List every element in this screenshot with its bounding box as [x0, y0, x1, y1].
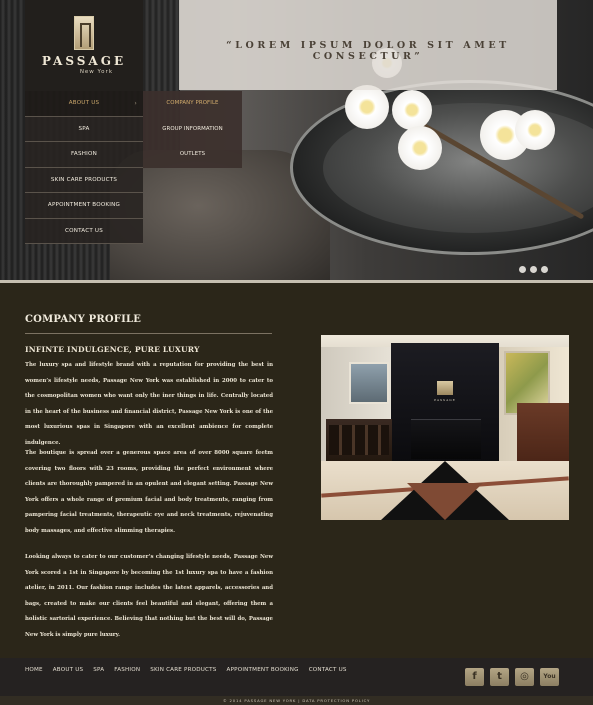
- nav-label: FASHION: [71, 151, 97, 157]
- logo[interactable]: PASSAGE New York: [25, 0, 143, 91]
- slider-dot[interactable]: [541, 266, 548, 273]
- nav-item-about-us[interactable]: ABOUT US ›: [25, 91, 143, 117]
- body-paragraph: The luxury spa and lifestyle brand with …: [25, 362, 273, 446]
- photo-window: [349, 362, 389, 404]
- submenu-item-outlets[interactable]: OUTLETS: [143, 142, 242, 168]
- footer-link-spa[interactable]: SPA: [93, 667, 104, 673]
- nav-item-fashion[interactable]: FASHION: [25, 142, 143, 168]
- twitter-icon[interactable]: t: [490, 668, 509, 686]
- nav-label: ABOUT US: [68, 100, 100, 106]
- body-paragraph: The boutique is spread over a generous s…: [25, 450, 273, 534]
- nav-label: APPOINTMENT BOOKING: [47, 202, 121, 208]
- about-submenu: COMPANY PROFILE GROUP INFORMATION OUTLET…: [143, 91, 242, 168]
- footer-link-home[interactable]: HOME: [25, 667, 43, 673]
- footer-link-fashion[interactable]: FASHION: [114, 667, 140, 673]
- submenu-item-group-information[interactable]: GROUP INFORMATION: [143, 117, 242, 143]
- blossom-flower: [515, 110, 555, 150]
- logo-mark-icon: [74, 16, 94, 50]
- photo-counter: [517, 403, 569, 463]
- nav-item-appointment-booking[interactable]: APPOINTMENT BOOKING: [25, 193, 143, 219]
- nav-item-skin-care-products[interactable]: SKIN CARE PRODUCTS: [25, 167, 143, 193]
- photo-reception-desk: [411, 419, 481, 459]
- chevron-right-icon: ›: [134, 100, 137, 107]
- logo-text: PASSAGE: [41, 54, 127, 68]
- slider-dot[interactable]: [530, 266, 537, 273]
- body-paragraph: Looking always to cater to our customer’…: [25, 554, 273, 638]
- title-divider: [25, 333, 272, 334]
- footer: HOME ABOUT US SPA FASHION SKIN CARE PROD…: [0, 658, 593, 696]
- photo-sign-text: PASSAGE: [434, 398, 456, 402]
- main-nav: ABOUT US › SPA FASHION SKIN CARE PRODUCT…: [25, 91, 143, 244]
- social-links: f t ◎ You: [465, 668, 559, 686]
- tagline-panel: “LOREM IPSUM DOLOR SIT AMET CONSECTUR”: [179, 0, 557, 90]
- section-subtitle: INFINTE INDULGENCE, PURE LUXURY: [25, 345, 200, 354]
- facebook-icon[interactable]: f: [465, 668, 484, 686]
- blossom-flower: [345, 85, 389, 129]
- slider-dots: [519, 266, 548, 273]
- nav-item-contact-us[interactable]: CONTACT US: [25, 218, 143, 244]
- footer-nav: HOME ABOUT US SPA FASHION SKIN CARE PROD…: [25, 667, 347, 673]
- lobby-photo: PASSAGE: [321, 335, 569, 520]
- instagram-icon[interactable]: ◎: [515, 668, 534, 686]
- nav-label: CONTACT US: [65, 227, 103, 234]
- nav-item-spa[interactable]: SPA: [25, 116, 143, 142]
- hero-divider: [0, 280, 593, 283]
- photo-floor-star-inner: [407, 483, 483, 520]
- copyright: © 2014 PASSAGE NEW YORK | DATA PROTECTIO…: [0, 696, 593, 705]
- footer-link-contact-us[interactable]: CONTACT US: [309, 667, 347, 673]
- nav-label: SPA: [78, 125, 90, 132]
- submenu-item-company-profile[interactable]: COMPANY PROFILE: [143, 91, 242, 117]
- footer-link-appointment-booking[interactable]: APPOINTMENT BOOKING: [227, 667, 299, 673]
- blossom-flower: [392, 90, 432, 130]
- photo-logo-sign: [437, 381, 453, 395]
- photo-shelf-bars: [329, 425, 389, 455]
- hero-banner: “LOREM IPSUM DOLOR SIT AMET CONSECTUR” P…: [0, 0, 593, 283]
- stone-bowl: [290, 80, 593, 255]
- tagline: “LOREM IPSUM DOLOR SIT AMET CONSECTUR”: [226, 40, 510, 62]
- youtube-icon[interactable]: You: [540, 668, 559, 686]
- logo-location: New York: [79, 69, 113, 75]
- footer-link-skin-care-products[interactable]: SKIN CARE PRODUCTS: [150, 667, 216, 673]
- blossom-flower: [398, 126, 442, 170]
- footer-link-about-us[interactable]: ABOUT US: [53, 667, 84, 673]
- slider-dot[interactable]: [519, 266, 526, 273]
- page-title: COMPANY PROFILE: [25, 314, 142, 325]
- nav-label: SKIN CARE PRODUCTS: [50, 176, 118, 183]
